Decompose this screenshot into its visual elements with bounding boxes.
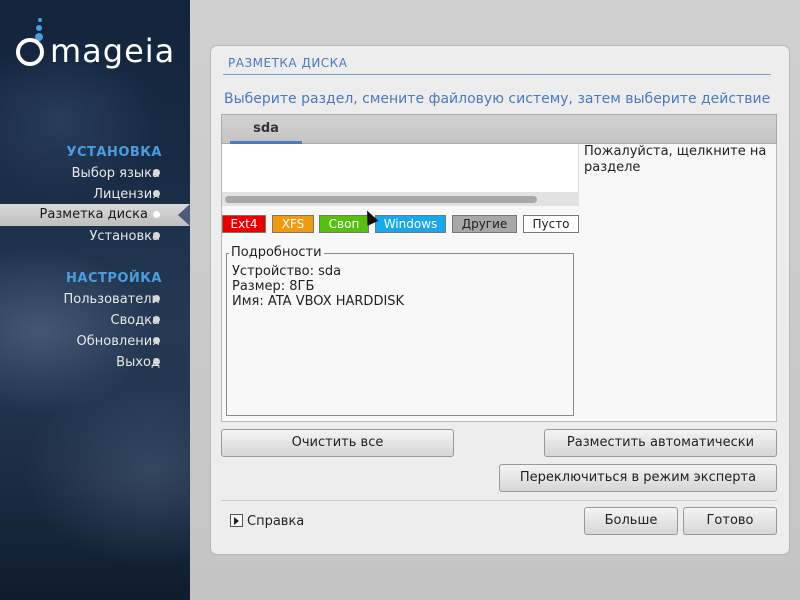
active-pointer-icon xyxy=(178,204,190,226)
disk-tab-content: Пожалуйста, щелкните на разделе Ext4 XFS… xyxy=(221,144,777,422)
detail-size: Размер: 8ГБ xyxy=(232,279,315,294)
nav-dot-icon xyxy=(153,295,160,302)
title-divider xyxy=(223,74,771,75)
nav-dot-icon xyxy=(153,232,160,239)
nav-dot-icon xyxy=(153,316,160,323)
nav-dot-icon xyxy=(153,169,160,176)
detail-name: Имя: ATA VBOX HARDDISK xyxy=(232,294,405,309)
expert-mode-button[interactable]: Переключиться в режим эксперта xyxy=(499,464,777,492)
nav-item-updates[interactable]: Обновления xyxy=(77,334,160,349)
more-button[interactable]: Больше xyxy=(584,507,678,535)
auto-allocate-button[interactable]: Разместить автоматически xyxy=(544,429,777,457)
legend-xfs: XFS xyxy=(272,215,314,233)
help-label: Справка xyxy=(247,514,305,529)
nav-item-language[interactable]: Выбор языка xyxy=(72,166,160,181)
nav-dot-icon xyxy=(153,337,160,344)
nav-heading-settings: НАСТРОЙКА xyxy=(66,271,162,286)
page-title: РАЗМЕТКА ДИСКА xyxy=(228,56,348,70)
partition-hint: Пожалуйста, щелкните на разделе xyxy=(584,144,767,175)
nav-dot-icon xyxy=(153,190,160,197)
details-heading: Подробности xyxy=(229,245,324,260)
scrollbar-thumb[interactable] xyxy=(225,196,537,203)
partition-map[interactable] xyxy=(222,144,579,192)
partitioning-panel: РАЗМЕТКА ДИСКА Выберите раздел, смените … xyxy=(210,45,790,555)
logo-ring-icon xyxy=(16,38,44,66)
nav-item-partitioning-label: Разметка диска xyxy=(39,207,148,222)
nav-item-partitioning[interactable]: Разметка диска xyxy=(0,204,190,226)
tab-sda[interactable]: sda xyxy=(230,115,302,144)
details-group: Подробности Устройство: sda Размер: 8ГБ … xyxy=(226,245,574,416)
expand-arrow-icon xyxy=(230,514,243,527)
sidebar: mageia УСТАНОВКА Выбор языка Лицензия Ра… xyxy=(0,0,190,600)
detail-device: Устройство: sda xyxy=(232,264,342,279)
nav-item-install[interactable]: Установка xyxy=(89,229,160,244)
main-area: РАЗМЕТКА ДИСКА Выберите раздел, смените … xyxy=(190,0,800,600)
nav-item-users[interactable]: Пользователи xyxy=(63,292,160,307)
legend-swap: Своп xyxy=(319,215,369,233)
help-toggle[interactable]: Справка xyxy=(230,514,304,529)
legend-windows: Windows xyxy=(375,215,446,233)
horizontal-scrollbar[interactable] xyxy=(222,192,579,206)
button-separator xyxy=(221,500,777,501)
logo-text: mageia xyxy=(50,32,176,70)
nav-dot-icon xyxy=(153,211,160,218)
mageia-logo: mageia xyxy=(16,18,186,70)
disk-tab-bar: sda xyxy=(221,114,777,144)
legend-empty: Пусто xyxy=(523,215,579,233)
logo-drops-icon xyxy=(34,18,48,42)
nav-heading-install: УСТАНОВКА xyxy=(66,145,162,160)
clear-all-button[interactable]: Очистить все xyxy=(221,429,454,457)
nav-dot-icon xyxy=(153,358,160,365)
instruction-text: Выберите раздел, смените файловую систем… xyxy=(224,91,771,107)
done-button[interactable]: Готово xyxy=(683,507,777,535)
legend-other: Другие xyxy=(452,215,517,233)
nav-item-license[interactable]: Лицензия xyxy=(93,187,160,202)
legend-ext4: Ext4 xyxy=(222,215,266,233)
